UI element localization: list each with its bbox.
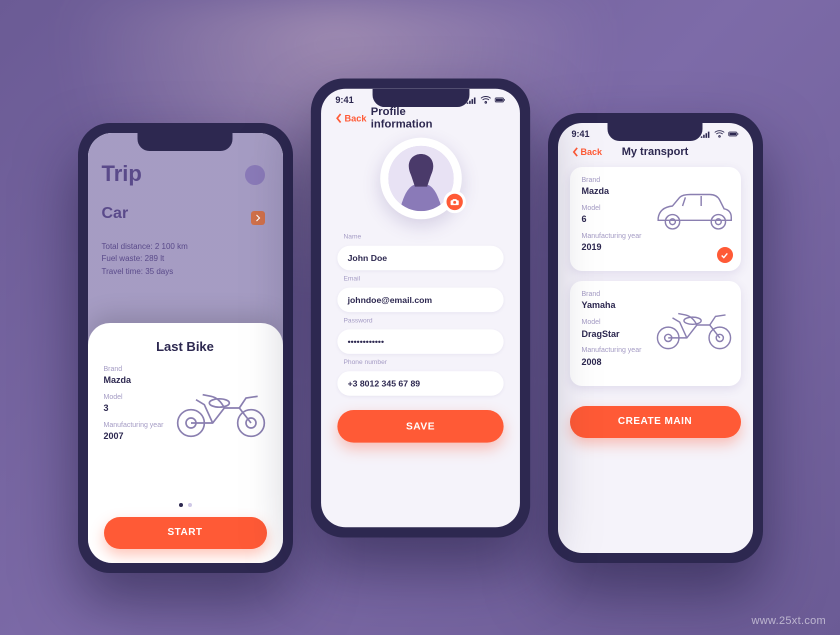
motorcycle-icon bbox=[171, 372, 271, 444]
transport-card-bike[interactable]: Brand Yamaha Model DragStar Manufacturin… bbox=[570, 281, 741, 386]
start-button[interactable]: START bbox=[104, 517, 267, 549]
email-field[interactable]: johndoe@email.com bbox=[337, 287, 503, 311]
avatar[interactable] bbox=[379, 137, 461, 219]
page-title: My transport bbox=[622, 146, 689, 158]
motorcycle-icon bbox=[651, 295, 737, 355]
chevron-left-icon bbox=[572, 147, 579, 157]
avatar-icon bbox=[245, 165, 265, 185]
trip-title: Trip bbox=[102, 161, 269, 187]
page-indicator[interactable] bbox=[104, 503, 267, 507]
sheet-title: Last Bike bbox=[104, 339, 267, 354]
camera-icon[interactable] bbox=[442, 190, 464, 212]
name-field[interactable]: John Doe bbox=[337, 245, 503, 269]
status-time: 9:41 bbox=[335, 94, 353, 104]
check-icon bbox=[717, 247, 733, 263]
wifi-icon bbox=[714, 130, 725, 138]
battery-icon bbox=[728, 130, 739, 138]
battery-icon bbox=[494, 95, 505, 103]
page-title: Profile information bbox=[370, 106, 469, 130]
email-label: Email bbox=[343, 275, 503, 282]
create-main-button[interactable]: CREATE MAIN bbox=[570, 406, 741, 438]
password-field[interactable]: •••••••••••• bbox=[337, 329, 503, 353]
trip-stats: Total distance: 2 100 km Fuel waste: 289… bbox=[102, 241, 269, 279]
phone-label: Phone number bbox=[343, 359, 503, 366]
phone-profile: 9:41 Back Profile information bbox=[310, 78, 529, 537]
wifi-icon bbox=[480, 95, 491, 103]
chevron-right-icon bbox=[251, 211, 265, 225]
name-label: Name bbox=[343, 233, 503, 240]
phone-trip: Trip Car Total distance: 2 100 km Fuel w… bbox=[78, 123, 293, 573]
trip-vehicle: Car bbox=[102, 205, 269, 223]
status-time: 9:41 bbox=[572, 129, 590, 139]
watermark: www.25xt.com bbox=[751, 615, 826, 627]
bottom-sheet[interactable]: Last Bike Brand Mazda Model 3 Manufactur… bbox=[88, 323, 283, 563]
vehicle-meta: Brand Mazda Model 3 Manufacturing year 2… bbox=[104, 366, 164, 499]
car-icon bbox=[651, 181, 737, 241]
phone-field[interactable]: +3 8012 345 67 89 bbox=[337, 371, 503, 395]
transport-card-car[interactable]: Brand Mazda Model 6 Manufacturing year 2… bbox=[570, 167, 741, 272]
save-button[interactable]: SAVE bbox=[337, 410, 503, 443]
back-button[interactable]: Back bbox=[335, 113, 366, 123]
chevron-left-icon bbox=[335, 113, 342, 123]
phone-transport: 9:41 Back My transport Brand bbox=[548, 113, 763, 563]
back-button[interactable]: Back bbox=[572, 147, 603, 157]
password-label: Password bbox=[343, 317, 503, 324]
